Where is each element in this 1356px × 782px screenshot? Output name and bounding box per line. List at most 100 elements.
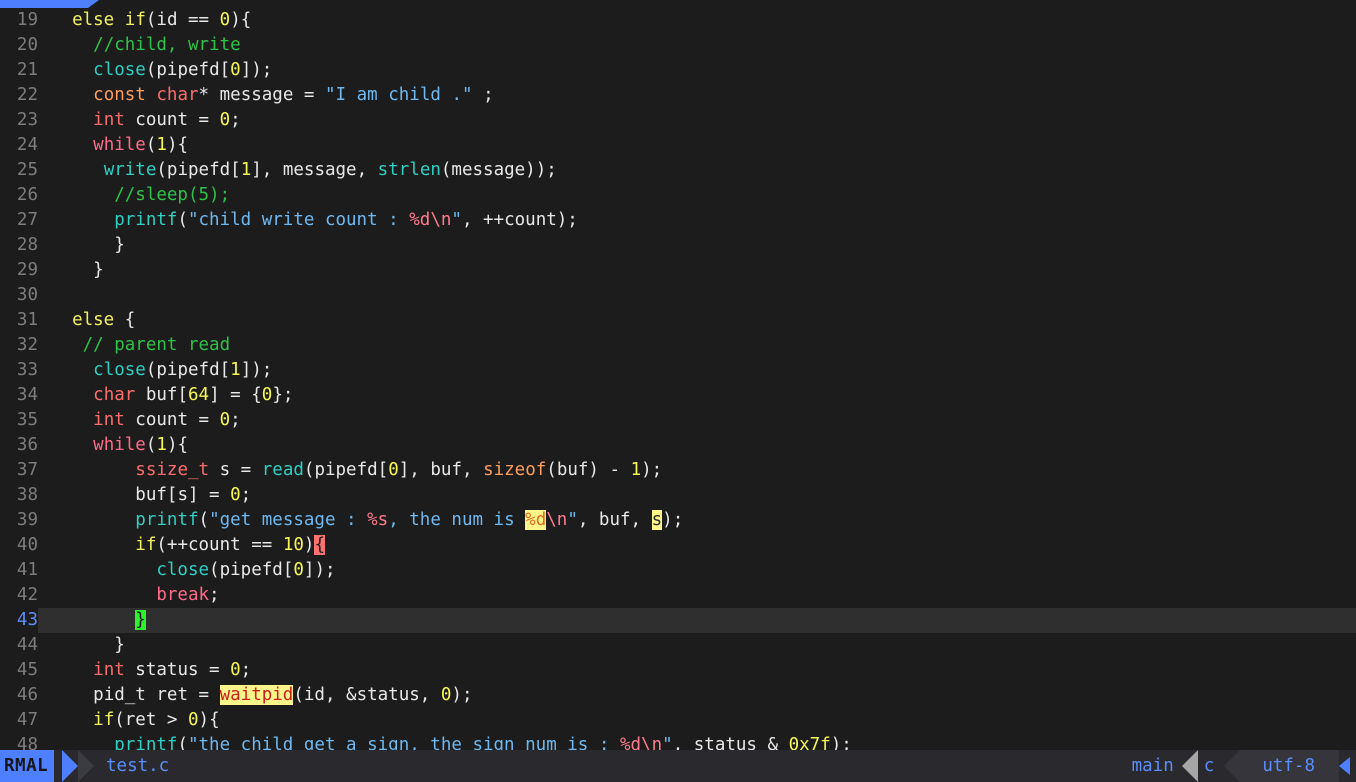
code-token: "get message : bbox=[209, 510, 368, 530]
code-token: [ bbox=[219, 360, 231, 380]
code-token: 1 bbox=[156, 135, 167, 155]
line-number: 22 bbox=[16, 85, 38, 105]
code-line[interactable]: 32 // parent read bbox=[0, 333, 1356, 358]
code-line[interactable]: 34 char buf[64] = {0}; bbox=[0, 383, 1356, 408]
code-line-content[interactable]: write(pipefd[1], message, strlen(message… bbox=[38, 158, 1356, 183]
code-token: write bbox=[103, 160, 157, 180]
code-line-content[interactable]: // parent read bbox=[38, 333, 1356, 358]
code-token: while bbox=[93, 135, 146, 155]
code-line-content[interactable]: printf("get message : %s, the num is %d\… bbox=[38, 508, 1356, 533]
code-line[interactable]: 45 int status = 0; bbox=[0, 658, 1356, 683]
code-line-content[interactable]: } bbox=[38, 608, 1356, 633]
code-line[interactable]: 24 while(1){ bbox=[0, 133, 1356, 158]
code-line[interactable]: 29 } bbox=[0, 258, 1356, 283]
code-line-content[interactable]: while(1){ bbox=[38, 133, 1356, 158]
code-line-content[interactable]: else if(id == 0){ bbox=[38, 8, 1356, 33]
code-token: read bbox=[261, 460, 304, 480]
code-line-content[interactable]: } bbox=[38, 633, 1356, 658]
code-line[interactable]: 36 while(1){ bbox=[0, 433, 1356, 458]
code-line-content[interactable]: buf[s] = 0; bbox=[38, 483, 1356, 508]
code-line-content[interactable]: } bbox=[38, 233, 1356, 258]
code-line[interactable]: 28 } bbox=[0, 233, 1356, 258]
code-line-content[interactable]: else { bbox=[38, 308, 1356, 333]
code-token: }; bbox=[272, 385, 294, 405]
line-number: 34 bbox=[16, 385, 38, 405]
encoding-section-arrow-icon bbox=[1224, 750, 1241, 782]
code-token: close bbox=[93, 60, 146, 80]
code-line-content[interactable]: ssize_t s = read(pipefd[0], buf, sizeof(… bbox=[38, 458, 1356, 483]
code-token: (++count == bbox=[156, 535, 283, 555]
code-line-content[interactable]: close(pipefd[0]); bbox=[38, 58, 1356, 83]
line-number: 41 bbox=[16, 560, 38, 580]
code-token: 0 bbox=[219, 110, 231, 130]
code-line-content[interactable]: if(ret > 0){ bbox=[38, 708, 1356, 733]
code-line[interactable]: 42 break; bbox=[0, 583, 1356, 608]
code-token: 64 bbox=[188, 385, 210, 405]
code-token: [ bbox=[282, 560, 294, 580]
code-line-content[interactable]: while(1){ bbox=[38, 433, 1356, 458]
code-token: ( bbox=[145, 10, 157, 30]
code-token: ]); bbox=[240, 360, 273, 380]
code-line-content[interactable]: int count = 0; bbox=[38, 108, 1356, 133]
code-line-content[interactable]: int status = 0; bbox=[38, 658, 1356, 683]
code-line[interactable]: 30 bbox=[0, 283, 1356, 308]
highlighted-token: { bbox=[314, 535, 325, 555]
code-token: ], message, bbox=[251, 160, 378, 180]
code-line[interactable]: 20 //child, write bbox=[0, 33, 1356, 58]
code-line[interactable]: 31 else { bbox=[0, 308, 1356, 333]
code-line[interactable]: 40 if(++count == 10){ bbox=[0, 533, 1356, 558]
tab-active-indicator[interactable] bbox=[0, 0, 88, 8]
code-line-content[interactable]: break; bbox=[38, 583, 1356, 608]
code-line[interactable]: 23 int count = 0; bbox=[0, 108, 1356, 133]
code-line-content[interactable]: //child, write bbox=[38, 33, 1356, 58]
code-line-content[interactable]: close(pipefd[1]); bbox=[38, 358, 1356, 383]
code-line[interactable]: 47 if(ret > 0){ bbox=[0, 708, 1356, 733]
code-token: 1 bbox=[230, 360, 241, 380]
code-line-content[interactable]: } bbox=[38, 258, 1356, 283]
code-line-content[interactable]: char buf[64] = {0}; bbox=[38, 383, 1356, 408]
code-token: pid_t ret = bbox=[93, 685, 220, 705]
code-line[interactable]: 39 printf("get message : %s, the num is … bbox=[0, 508, 1356, 533]
code-line[interactable]: 43 } bbox=[0, 608, 1356, 633]
code-line-content[interactable] bbox=[38, 283, 1356, 308]
code-line[interactable]: 46 pid_t ret = waitpid(id, &status, 0); bbox=[0, 683, 1356, 708]
code-token: 0 bbox=[230, 485, 241, 505]
code-line[interactable]: 25 write(pipefd[1], message, strlen(mess… bbox=[0, 158, 1356, 183]
code-line[interactable]: 26 //sleep(5); bbox=[0, 183, 1356, 208]
code-token: 0 bbox=[188, 710, 199, 730]
code-line[interactable]: 41 close(pipefd[0]); bbox=[0, 558, 1356, 583]
code-token: //child, write bbox=[93, 35, 241, 55]
line-number: 44 bbox=[16, 635, 38, 655]
code-line[interactable]: 44 } bbox=[0, 633, 1356, 658]
code-line[interactable]: 35 int count = 0; bbox=[0, 408, 1356, 433]
line-number: 38 bbox=[16, 485, 38, 505]
code-line-content[interactable]: //sleep(5); bbox=[38, 183, 1356, 208]
code-editor-buffer[interactable]: 19 else if(id == 0){20 //child, write 21 … bbox=[0, 8, 1356, 755]
code-line[interactable]: 37 ssize_t s = read(pipefd[0], buf, size… bbox=[0, 458, 1356, 483]
git-branch-label[interactable]: main bbox=[1132, 750, 1182, 782]
code-line[interactable]: 33 close(pipefd[1]); bbox=[0, 358, 1356, 383]
code-line-content[interactable]: const char* message = "I am child ." ; bbox=[38, 83, 1356, 108]
line-number: 24 bbox=[16, 135, 38, 155]
code-line-content[interactable]: pid_t ret = waitpid(id, &status, 0); bbox=[38, 683, 1356, 708]
code-token: ( bbox=[198, 510, 210, 530]
code-line-content[interactable]: if(++count == 10){ bbox=[38, 533, 1356, 558]
code-line-content[interactable]: close(pipefd[0]); bbox=[38, 558, 1356, 583]
filetype-label: c bbox=[1203, 756, 1215, 776]
code-token: ); bbox=[641, 460, 663, 480]
code-token: ; bbox=[240, 485, 252, 505]
code-line-content[interactable]: printf("child write count : %d\n", ++cou… bbox=[38, 208, 1356, 233]
code-line[interactable]: 38 buf[s] = 0; bbox=[0, 483, 1356, 508]
code-line[interactable]: 21 close(pipefd[0]); bbox=[0, 58, 1356, 83]
code-line-content[interactable]: int count = 0; bbox=[38, 408, 1356, 433]
code-line[interactable]: 19 else if(id == 0){ bbox=[0, 8, 1356, 33]
code-line[interactable]: 27 printf("child write count : %d\n", ++… bbox=[0, 208, 1356, 233]
code-token: pipefd bbox=[156, 360, 220, 380]
code-line[interactable]: 22 const char* message = "I am child ." … bbox=[0, 83, 1356, 108]
